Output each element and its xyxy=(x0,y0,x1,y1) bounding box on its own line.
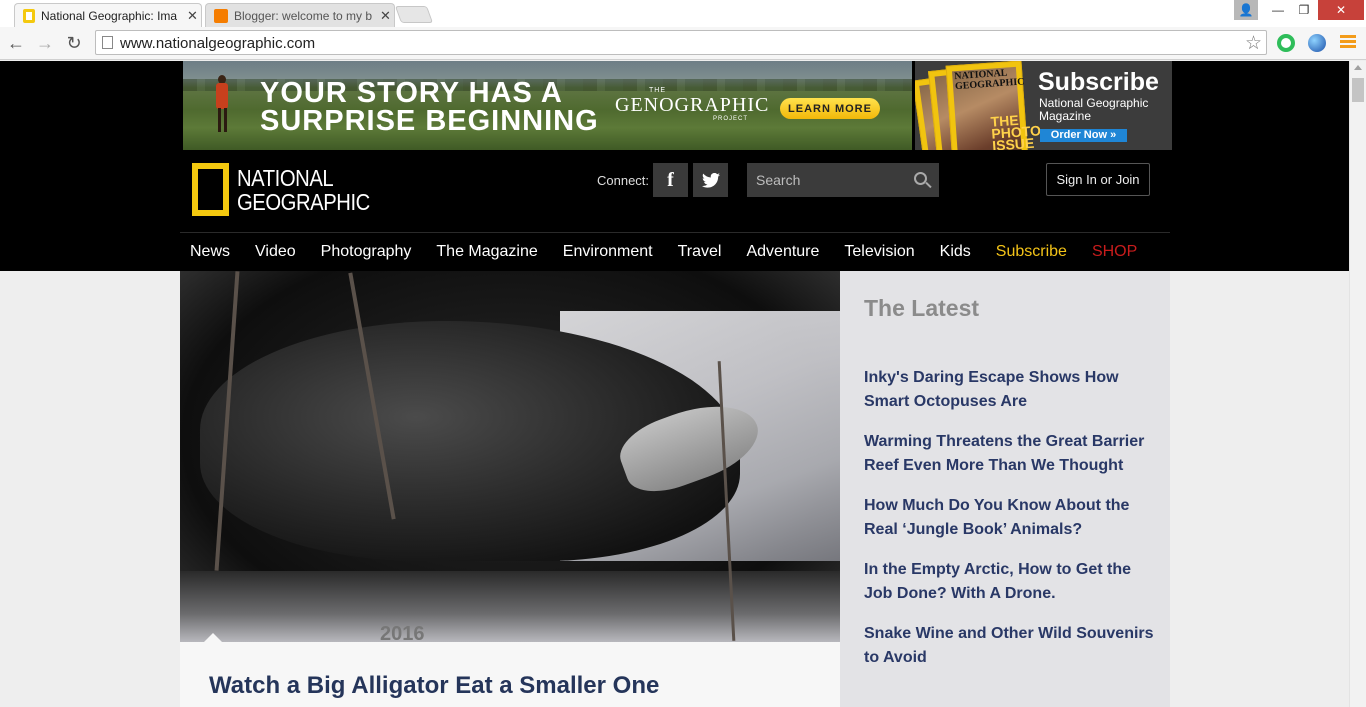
hero-caption-card: Watch a Big Alligator Eat a Smaller One xyxy=(180,642,840,707)
nav-television[interactable]: Television xyxy=(844,243,914,261)
natgeo-logo[interactable]: NATIONAL GEOGRAPHIC xyxy=(192,163,388,216)
genographic-ad[interactable]: YOUR STORY HAS A SURPRISE BEGINNING THE … xyxy=(183,61,912,150)
bookmark-star-icon[interactable]: ☆ xyxy=(1245,32,1262,55)
latest-list: Inky's Daring Escape Shows How Smart Oct… xyxy=(864,366,1154,686)
subscribe-description: National Geographic Magazine xyxy=(1039,96,1149,123)
back-arrow-icon[interactable]: ← xyxy=(4,31,28,55)
connect-label: Connect: xyxy=(597,173,650,188)
sign-in-button[interactable]: Sign In or Join xyxy=(1046,163,1150,196)
minimize-button[interactable]: — xyxy=(1266,0,1290,20)
ad-brand-project: PROJECT xyxy=(713,116,749,122)
close-tab-icon[interactable]: ✕ xyxy=(187,8,198,24)
page-viewport: YOUR STORY HAS A SURPRISE BEGINNING THE … xyxy=(0,61,1349,707)
ad-brand-small: THE xyxy=(649,87,666,94)
grammarly-extension-icon[interactable] xyxy=(1277,34,1295,52)
ad-brand-logo: GENOGRAPHIC xyxy=(615,94,770,116)
chrome-menu-icon[interactable] xyxy=(1340,35,1356,50)
profile-icon[interactable]: 👤 xyxy=(1234,0,1258,20)
latest-item[interactable]: Inky's Daring Escape Shows How Smart Oct… xyxy=(864,366,1154,414)
search-box xyxy=(747,163,939,197)
nav-the-magazine[interactable]: The Magazine xyxy=(436,243,537,261)
twitter-icon[interactable] xyxy=(693,163,728,197)
url-text[interactable]: www.nationalgeographic.com xyxy=(120,35,315,52)
reload-icon[interactable]: ↻ xyxy=(62,31,86,55)
tab-title: National Geographic: Ima xyxy=(41,8,178,23)
nav-video[interactable]: Video xyxy=(255,243,296,261)
nav-adventure[interactable]: Adventure xyxy=(746,243,819,261)
hero-foreground-water xyxy=(180,571,840,642)
blogger-favicon-icon xyxy=(214,8,228,23)
hero-video-thumbnail[interactable]: 2016 xyxy=(180,271,840,642)
tab-strip: National Geographic: Ima ✕ Blogger: welc… xyxy=(0,0,1366,27)
latest-item[interactable]: In the Empty Arctic, How to Get the Job … xyxy=(864,558,1154,606)
tab-title: Blogger: welcome to my b xyxy=(234,8,372,23)
logo-wordmark: NATIONAL GEOGRAPHIC xyxy=(237,164,370,215)
main-nav: News Video Photography The Magazine Envi… xyxy=(190,243,1162,261)
search-input[interactable] xyxy=(747,163,907,197)
nav-divider xyxy=(180,232,1170,233)
nav-subscribe[interactable]: Subscribe xyxy=(996,243,1067,261)
latest-sidebar: The Latest Inky's Daring Escape Shows Ho… xyxy=(840,271,1170,707)
forward-arrow-icon[interactable]: → xyxy=(33,31,57,55)
tab-natgeo[interactable]: National Geographic: Ima ✕ xyxy=(14,3,202,27)
latest-item[interactable]: Warming Threatens the Great Barrier Reef… xyxy=(864,430,1154,478)
twitter-bird-icon xyxy=(701,172,720,188)
close-window-button[interactable]: ✕ xyxy=(1318,0,1364,20)
browser-toolbar: ← → ↻ www.nationalgeographic.com ☆ xyxy=(0,27,1366,60)
nav-news[interactable]: News xyxy=(190,243,230,261)
close-tab-icon[interactable]: ✕ xyxy=(380,8,391,24)
nav-shop[interactable]: SHOP xyxy=(1092,243,1137,261)
hero-headline[interactable]: Watch a Big Alligator Eat a Smaller One xyxy=(209,672,659,700)
nav-photography[interactable]: Photography xyxy=(321,243,412,261)
latest-title: The Latest xyxy=(864,295,980,321)
latest-item[interactable]: How Much Do You Know About the Real ‘Jun… xyxy=(864,494,1154,542)
nav-environment[interactable]: Environment xyxy=(563,243,653,261)
nav-kids[interactable]: Kids xyxy=(940,243,971,261)
page-icon xyxy=(102,36,113,49)
subscribe-ad[interactable]: NATIONAL GEOGRAPHIC THE PHOTO ISSUE Subs… xyxy=(915,61,1172,150)
facebook-icon[interactable]: f xyxy=(653,163,688,197)
natgeo-favicon-icon xyxy=(23,8,35,23)
yellow-border-logo-icon xyxy=(192,163,229,216)
order-now-button[interactable]: Order Now » xyxy=(1040,129,1127,142)
ad-headline: YOUR STORY HAS A SURPRISE BEGINNING xyxy=(260,77,599,137)
magazine-cover-text: THE PHOTO ISSUE xyxy=(990,111,1042,150)
subscribe-title: Subscribe xyxy=(1038,68,1159,96)
tab-blogger[interactable]: Blogger: welcome to my b ✕ xyxy=(205,3,395,27)
new-tab-button[interactable] xyxy=(394,6,434,23)
restore-button[interactable]: ❐ xyxy=(1292,0,1316,20)
hero-pointer-icon xyxy=(204,633,222,642)
search-icon[interactable] xyxy=(914,172,927,185)
page-scrollbar[interactable] xyxy=(1349,61,1366,707)
extension-globe-icon[interactable] xyxy=(1308,34,1326,52)
address-bar[interactable]: www.nationalgeographic.com ☆ xyxy=(95,30,1267,55)
scroll-up-arrow-icon[interactable] xyxy=(1354,65,1362,70)
hero-overlay-text: 2016 xyxy=(380,623,425,642)
scrollbar-thumb[interactable] xyxy=(1352,78,1364,102)
ad-walking-person xyxy=(213,75,231,133)
nav-travel[interactable]: Travel xyxy=(678,243,722,261)
latest-item[interactable]: Snake Wine and Other Wild Souvenirs to A… xyxy=(864,622,1154,670)
learn-more-button[interactable]: LEARN MORE xyxy=(780,98,880,119)
magazine-cover-front: NATIONAL GEOGRAPHIC THE PHOTO ISSUE xyxy=(945,61,1041,150)
